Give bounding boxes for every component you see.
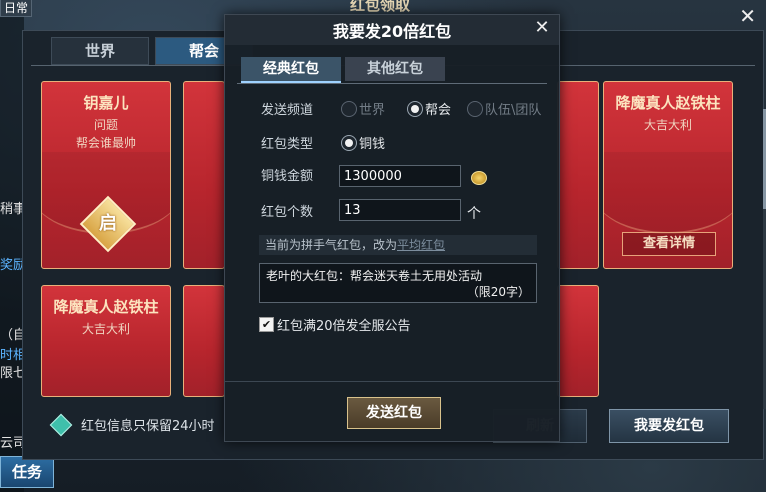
tab-world[interactable]: 世界	[51, 37, 149, 65]
daily-tab[interactable]: 日常	[0, 0, 33, 17]
hint-text: 当前为拼手气红包，改为	[265, 238, 398, 252]
type-label: 红包类型	[261, 137, 314, 152]
radio-guild-label: 帮会	[425, 103, 452, 118]
red-packet-card[interactable]: 钥嘉儿 问题 帮会谁最帅 启	[41, 81, 171, 269]
announce-label: 红包满20倍发全服公告	[277, 319, 411, 334]
left-panel	[0, 0, 24, 492]
dialog-header: 我要发20倍红包 ✕	[225, 15, 559, 45]
card-sender: 钥嘉儿	[83, 94, 129, 112]
task-button[interactable]: 任务	[0, 456, 54, 488]
amount-input[interactable]: 1300000	[339, 165, 461, 187]
card-line1: 大吉大利	[643, 118, 692, 132]
close-icon[interactable]: ✕	[739, 4, 756, 28]
card-sender: 降魔真人赵铁柱	[615, 94, 721, 112]
announce-checkbox[interactable]: ✔	[259, 317, 274, 332]
copper-coin-icon	[471, 171, 487, 185]
count-input[interactable]: 13	[339, 199, 461, 221]
radio-copper[interactable]	[341, 135, 357, 151]
radio-world-label: 世界	[359, 103, 386, 118]
radio-team[interactable]	[467, 101, 483, 117]
average-packet-link[interactable]: 平均红包	[397, 238, 445, 252]
channel-label: 发送频道	[261, 103, 314, 118]
message-textarea[interactable]: 老叶的大红包：帮会迷天卷土无用处活动 （限20字）	[259, 263, 537, 303]
card-line1: 大吉大利	[81, 322, 130, 336]
radio-guild[interactable]	[407, 101, 423, 117]
red-packet-card[interactable]	[183, 285, 225, 397]
dialog-footer-divider	[225, 381, 559, 382]
card-sender: 降魔真人赵铁柱	[53, 298, 159, 316]
send-red-packet-open-button[interactable]: 我要发红包	[609, 409, 729, 443]
view-details-button[interactable]: 查看详情	[622, 232, 716, 256]
outer-window-title: 红包领取	[350, 0, 411, 14]
amount-label: 铜钱金额	[261, 169, 314, 184]
message-text: 老叶的大红包：帮会迷天卷土无用处活动	[266, 269, 483, 283]
seal-label: 启	[99, 213, 117, 234]
radio-copper-label: 铜钱	[359, 137, 386, 152]
card-line1: 问题	[93, 118, 118, 132]
radio-team-label: 队伍\团队	[485, 103, 542, 118]
radio-world[interactable]	[341, 101, 357, 117]
close-icon[interactable]: ✕	[531, 17, 553, 39]
card-line2: 帮会谁最帅	[75, 136, 136, 150]
envelope-flap	[604, 152, 732, 234]
red-packet-card[interactable]	[183, 81, 225, 269]
red-packet-card[interactable]	[557, 81, 599, 269]
tab-divider	[237, 83, 547, 84]
red-packet-card[interactable]: 降魔真人赵铁柱 大吉大利 查看详情	[603, 81, 733, 269]
packet-mode-hint: 当前为拼手气红包，改为平均红包	[259, 235, 537, 255]
count-unit: 个	[467, 206, 481, 222]
red-packet-card[interactable]: 降魔真人赵铁柱 大吉大利	[41, 285, 171, 397]
tab-classic-packet[interactable]: 经典红包	[241, 57, 341, 83]
count-label: 红包个数	[261, 205, 314, 220]
tab-other-packet[interactable]: 其他红包	[345, 57, 445, 81]
send-packet-button[interactable]: 发送红包	[347, 397, 441, 429]
dialog-title: 我要发20倍红包	[332, 22, 452, 41]
info-diamond-icon	[49, 413, 73, 437]
send-red-packet-dialog: 我要发20倍红包 ✕ 经典红包 其他红包 发送频道 世界 帮会 队伍\团队 红包…	[224, 14, 560, 442]
message-limit: （限20字）	[466, 285, 530, 299]
red-packet-card[interactable]	[557, 285, 599, 397]
tip-text: 红包信息只保留24小时	[81, 419, 215, 434]
